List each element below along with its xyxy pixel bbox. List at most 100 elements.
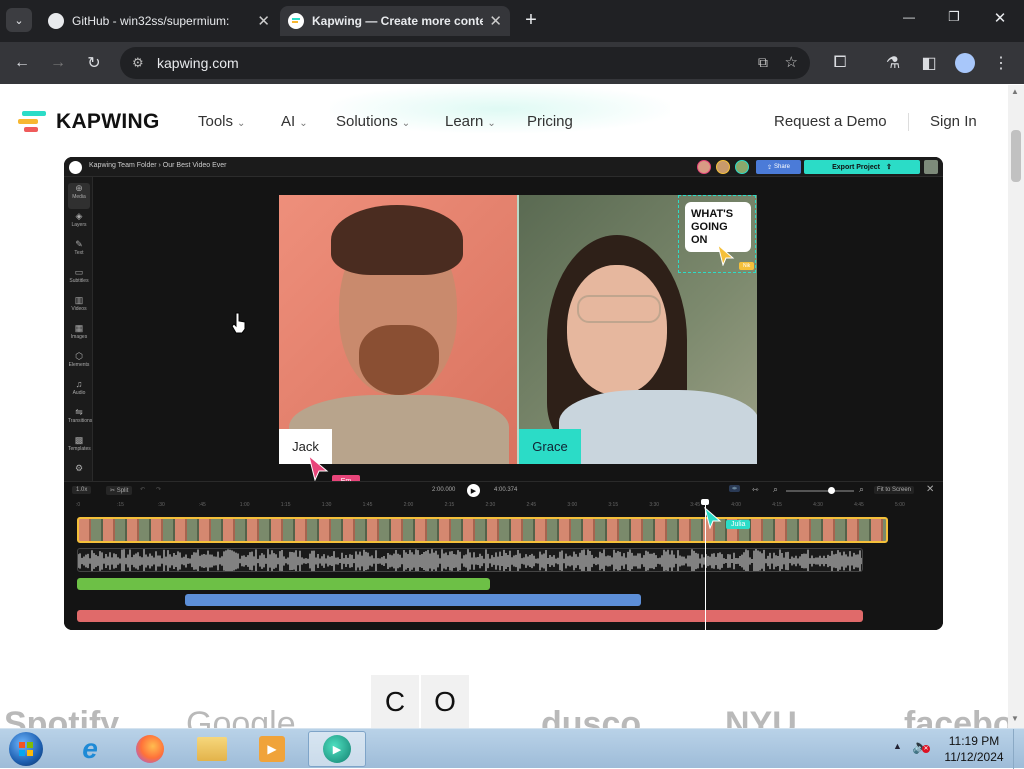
sidebar-elements[interactable]: ⬡ Elements <box>68 351 90 377</box>
redo-icon[interactable]: ↷ <box>156 486 161 493</box>
system-clock[interactable]: 11:19 PM 11/12/2024 <box>940 733 1008 765</box>
tab-search-button[interactable]: ⌄ <box>6 8 32 32</box>
sign-in-link[interactable]: Sign In <box>930 113 977 130</box>
snap-toggle-icon[interactable]: ⇹ <box>729 485 741 492</box>
close-timeline-icon[interactable]: ✕ <box>926 484 934 495</box>
scrollbar-thumb[interactable] <box>1011 130 1021 182</box>
extensions-icon[interactable]: ⧠ <box>829 52 851 74</box>
kapwing-logo[interactable]: KAPWING <box>18 110 160 134</box>
sidebar-label: Videos <box>71 306 87 312</box>
green-clip-track[interactable] <box>77 578 490 590</box>
bookmark-star-icon[interactable]: ☆ <box>785 53 798 71</box>
sidebar-label: Elements <box>68 362 90 368</box>
tab-kapwing[interactable]: Kapwing — Create more content ✕ <box>280 6 510 36</box>
profile-avatar-icon[interactable] <box>954 52 976 74</box>
letter-tile-c: C <box>371 675 419 728</box>
scroll-down-arrow-icon[interactable]: ▼ <box>1011 714 1019 723</box>
zoom-slider-handle[interactable] <box>828 487 835 494</box>
nav-learn[interactable]: Learn ⌄ <box>445 113 496 130</box>
taskbar-internet-explorer[interactable]: e <box>68 731 112 767</box>
speed-select[interactable]: 1.0x <box>72 486 92 494</box>
cursor-tag-julia: Julia <box>726 520 751 529</box>
fit-to-screen-button[interactable]: Fit to Screen <box>874 486 915 494</box>
minimize-button[interactable]: — <box>895 10 923 30</box>
address-bar[interactable]: ⚙ kapwing.com ⧉ ☆ <box>120 47 810 79</box>
zoom-in-icon[interactable]: ⌕ <box>859 484 864 495</box>
undo-icon[interactable]: ↶ <box>140 486 145 493</box>
nav-label: Pricing <box>527 113 573 130</box>
sidebar-images[interactable]: ▦ Images <box>68 323 90 349</box>
browser-menu-icon[interactable]: ⋮ <box>990 52 1012 74</box>
ruler-tick-label: :45 <box>198 502 206 508</box>
export-icon: ⇧ <box>885 164 892 171</box>
red-clip-track[interactable] <box>77 610 863 622</box>
ruler-tick-label: :0 <box>76 502 81 508</box>
request-demo-link[interactable]: Request a Demo <box>774 113 887 130</box>
back-icon[interactable]: ← <box>11 52 33 74</box>
play-button[interactable]: ▶ <box>467 484 480 497</box>
zoom-slider[interactable] <box>786 490 854 492</box>
nav-tools[interactable]: Tools ⌄ <box>198 113 245 130</box>
export-label: Export Project <box>832 163 880 171</box>
chevron-down-icon: ⌄ <box>299 118 308 129</box>
forward-icon[interactable]: → <box>47 52 69 74</box>
blue-clip-track[interactable] <box>185 594 641 606</box>
editor-user-avatar[interactable] <box>924 160 938 174</box>
sidebar-layers[interactable]: ◈ Layers <box>68 211 90 237</box>
sidebar-media[interactable]: ⊕ Media <box>68 183 90 209</box>
side-panel-icon[interactable]: ◧ <box>918 52 940 74</box>
collaborator-avatar <box>716 160 730 174</box>
close-tab-icon[interactable]: ✕ <box>257 12 270 30</box>
logo-nyu: NYU <box>725 705 797 728</box>
labs-flask-icon[interactable]: ⚗ <box>882 52 904 74</box>
ruler-tick-label: 3:00 <box>567 502 578 508</box>
internet-explorer-icon: e <box>82 733 98 764</box>
taskbar-media-player[interactable]: ▶ <box>250 731 294 767</box>
ruler-tick-label: 2:30 <box>485 502 496 508</box>
sidebar-audio[interactable]: ♫ Audio <box>68 379 90 405</box>
reload-icon[interactable]: ↻ <box>83 52 105 74</box>
install-app-icon[interactable]: ⧉ <box>758 54 768 71</box>
close-window-button[interactable]: ✕ <box>986 9 1014 29</box>
taskbar-firefox[interactable] <box>128 731 172 767</box>
waveform <box>78 549 862 571</box>
person-head <box>567 265 667 395</box>
nav-label: Solutions <box>336 113 398 130</box>
taskbar-file-explorer[interactable] <box>190 731 234 767</box>
audio-waveform-track[interactable] <box>77 548 863 572</box>
supermium-browser-icon: ▶ <box>323 735 351 763</box>
sidebar-transitions[interactable]: ⇋ Transitions <box>68 407 93 433</box>
video-clip-track[interactable] <box>77 517 888 543</box>
close-tab-icon[interactable]: ✕ <box>489 12 502 30</box>
sidebar-text[interactable]: ✎ Text <box>68 239 90 265</box>
maximize-button[interactable]: ❐ <box>940 9 968 29</box>
scroll-up-arrow-icon[interactable]: ▲ <box>1011 87 1019 96</box>
sidebar-subtitles[interactable]: ▭ Subtitles <box>68 267 90 293</box>
github-icon <box>48 13 64 29</box>
fit-width-icon[interactable]: ⇿ <box>752 485 759 494</box>
sidebar-label: Transitions <box>68 418 93 424</box>
sidebar-templates[interactable]: ▩ Templates <box>68 435 91 461</box>
sidebar-videos[interactable]: ▥ Videos <box>68 295 90 321</box>
start-button[interactable] <box>4 731 48 767</box>
export-project-button[interactable]: Export Project ⇧ <box>804 160 920 174</box>
media-icon: ⊕ <box>75 183 83 193</box>
transitions-icon: ⇋ <box>75 407 83 417</box>
logo-google: Google <box>186 705 296 728</box>
playhead-handle[interactable] <box>701 499 709 505</box>
split-button[interactable]: ✂ Split <box>106 486 133 495</box>
new-tab-button[interactable]: + <box>520 8 542 32</box>
site-info-icon[interactable]: ⚙ <box>132 55 144 71</box>
share-button[interactable]: ⇪ Share <box>756 160 801 174</box>
nav-ai[interactable]: AI ⌄ <box>281 113 308 130</box>
sticker-selection-box[interactable]: WHAT'S GOING ON Nik <box>678 195 756 273</box>
show-hidden-icons-icon[interactable]: ▲ <box>893 741 902 751</box>
zoom-out-icon[interactable]: ⌕ <box>773 484 778 495</box>
images-icon: ▦ <box>74 323 84 333</box>
tab-github[interactable]: GitHub - win32ss/supermium: ✕ <box>40 6 278 36</box>
collaborator-avatar <box>735 160 749 174</box>
show-desktop-button[interactable] <box>1013 729 1024 769</box>
nav-pricing[interactable]: Pricing <box>527 113 573 130</box>
nav-solutions[interactable]: Solutions ⌄ <box>336 113 410 130</box>
taskbar-browser-active[interactable]: ▶ <box>308 731 366 767</box>
